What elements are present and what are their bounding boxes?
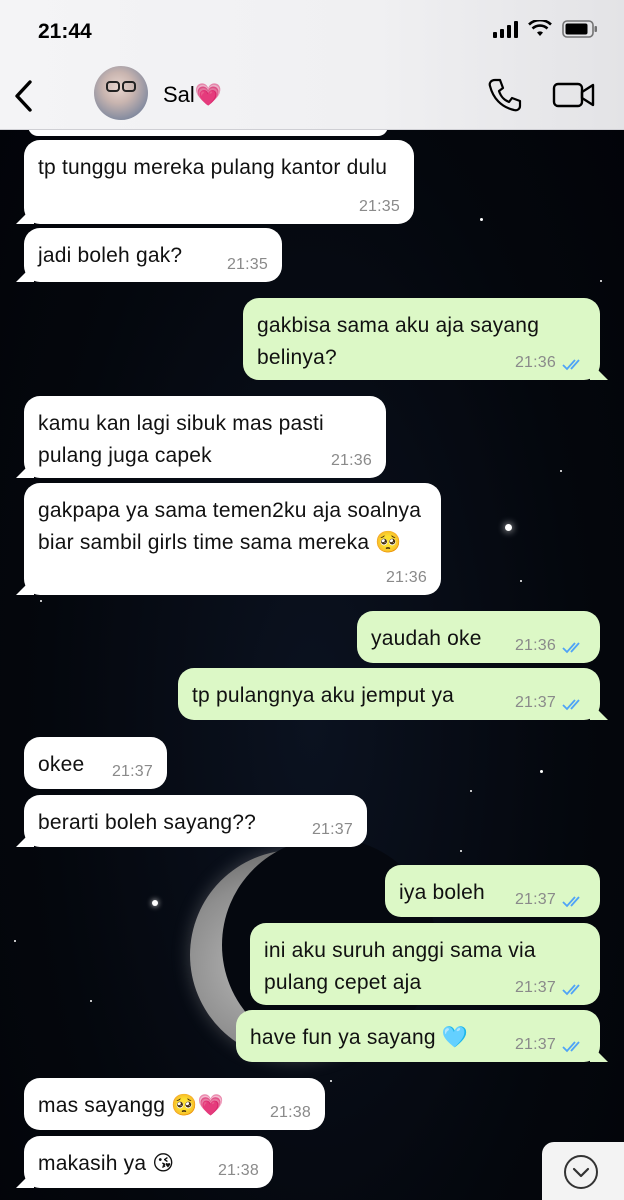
message-bubble-partial: [28, 130, 388, 136]
chat-header: 21:44 Sal💗: [0, 0, 624, 130]
message-incoming[interactable]: tp tunggu mereka pulang kantor dulu 21:3…: [24, 140, 414, 224]
status-icons: [493, 20, 598, 38]
message-time: 21:37: [514, 694, 556, 711]
message-outgoing[interactable]: yaudah oke 21:36: [357, 611, 600, 663]
message-incoming[interactable]: okee 21:37: [24, 737, 167, 789]
message-incoming[interactable]: mas sayangg 🥺💗 21:38: [24, 1078, 325, 1130]
message-outgoing[interactable]: iya boleh 21:37: [385, 865, 600, 917]
contact-avatar[interactable]: [94, 66, 148, 120]
message-time: 21:37: [514, 1036, 556, 1053]
battery-icon: [562, 20, 598, 38]
message-time: 21:36: [330, 452, 372, 469]
message-outgoing[interactable]: gakbisa sama aku aja sayang belinya? 21:…: [243, 298, 600, 380]
message-incoming[interactable]: kamu kan lagi sibuk mas pasti pulang jug…: [24, 396, 386, 478]
contact-name[interactable]: Sal💗: [163, 82, 222, 108]
phone-icon[interactable]: [486, 76, 524, 114]
status-time: 21:44: [38, 20, 92, 43]
message-time: 21:37: [514, 979, 556, 996]
message-outgoing[interactable]: have fun ya sayang 🩵 21:37: [236, 1010, 600, 1062]
message-text: gakpapa ya sama temen2ku aja soalnya bia…: [38, 499, 422, 554]
video-call-icon[interactable]: [552, 78, 596, 112]
message-time: 21:35: [358, 198, 400, 215]
message-incoming[interactable]: jadi boleh gak? 21:35: [24, 228, 282, 282]
message-outgoing[interactable]: tp pulangnya aku jemput ya 21:37: [178, 668, 600, 720]
message-list[interactable]: tp tunggu mereka pulang kantor dulu 21:3…: [0, 130, 624, 1200]
back-icon[interactable]: [12, 78, 38, 114]
read-receipt-icon: [562, 984, 580, 996]
message-time: 21:36: [514, 637, 556, 654]
signal-icon: [493, 20, 518, 38]
read-receipt-icon: [562, 359, 580, 371]
message-text: berarti boleh sayang??: [38, 811, 257, 834]
wifi-icon: [528, 20, 552, 38]
message-time: 21:37: [311, 821, 353, 838]
message-time: 21:38: [269, 1104, 311, 1121]
message-time: 21:37: [111, 763, 153, 780]
read-receipt-icon: [562, 896, 580, 908]
message-time: 21:38: [217, 1162, 259, 1179]
message-text: kamu kan lagi sibuk mas pasti pulang jug…: [38, 412, 324, 467]
read-receipt-icon: [562, 699, 580, 711]
message-outgoing[interactable]: ini aku suruh anggi sama via pulang cepe…: [250, 923, 600, 1005]
read-receipt-icon: [562, 642, 580, 654]
message-incoming[interactable]: gakpapa ya sama temen2ku aja soalnya bia…: [24, 483, 441, 595]
read-receipt-icon: [562, 1041, 580, 1053]
message-time: 21:35: [226, 256, 268, 273]
message-time: 21:36: [514, 354, 556, 371]
message-incoming[interactable]: berarti boleh sayang?? 21:37: [24, 795, 367, 847]
message-time: 21:37: [514, 891, 556, 908]
message-text: tp tunggu mereka pulang kantor dulu: [38, 156, 388, 179]
scroll-to-bottom-button[interactable]: [542, 1142, 624, 1200]
message-incoming[interactable]: makasih ya 😘 21:38: [24, 1136, 273, 1188]
message-time: 21:36: [385, 569, 427, 586]
message-text: iya boleh: [399, 881, 485, 904]
scroll-down-icon: [564, 1155, 598, 1189]
